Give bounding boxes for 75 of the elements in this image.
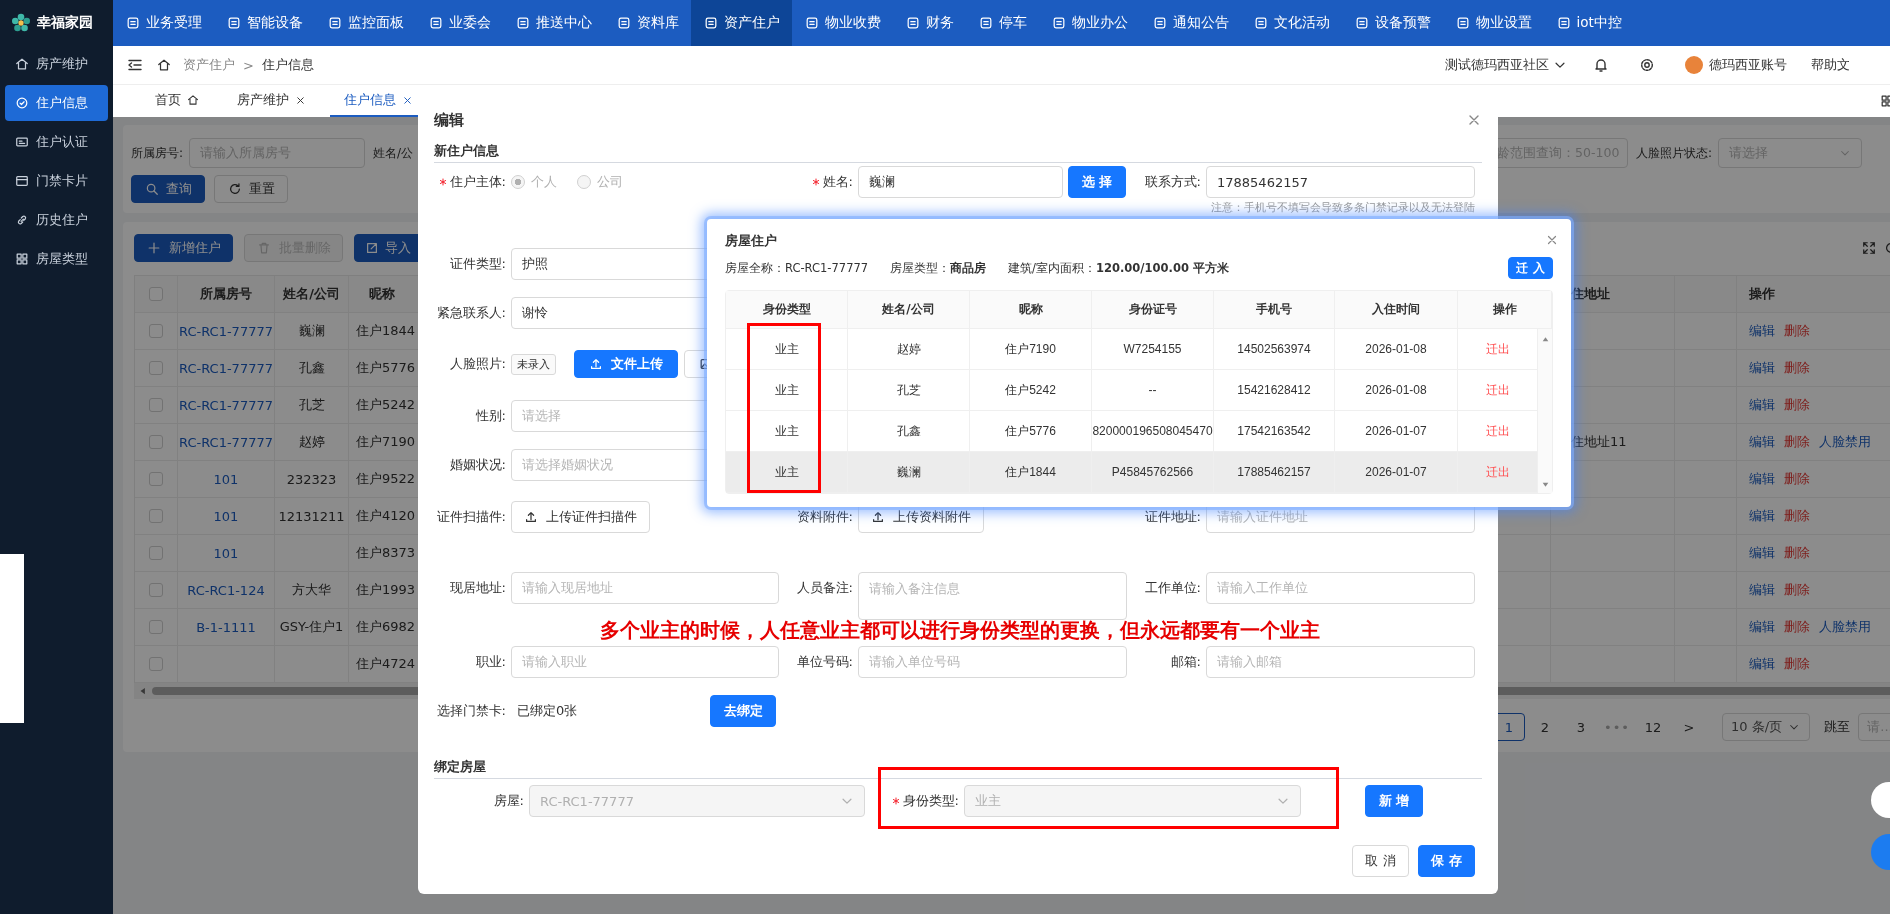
- field-label: 资料附件:: [796, 508, 853, 526]
- table-cell: W7254155: [1092, 329, 1214, 370]
- status-tag: 未录入: [511, 353, 556, 375]
- radio-label: 个人: [531, 173, 557, 191]
- column-header: 身份证号: [1092, 291, 1214, 329]
- table-cell: 15421628412: [1214, 370, 1335, 411]
- section-title: 绑定房屋: [434, 758, 1482, 779]
- tab-label: 住户信息: [344, 91, 396, 109]
- jump-label: 跳至: [1824, 718, 1850, 736]
- field-label: 职业:: [475, 653, 506, 671]
- field-label: 房屋:: [493, 792, 524, 810]
- table-cell: 住户7190: [970, 329, 1092, 370]
- info-text: 房屋类型：商品房: [890, 260, 987, 276]
- table-cell: 住户5242: [970, 370, 1092, 411]
- dialog-title: 编辑: [434, 110, 464, 130]
- dialog-title: 房屋住户: [725, 233, 777, 249]
- column-header: 姓名/公司: [848, 291, 970, 329]
- table-cell: 孔鑫: [275, 350, 349, 387]
- breadcrumb-item: 住户信息: [261, 56, 314, 74]
- field-label: 姓名:: [822, 173, 853, 191]
- annotation-text: 多个业主的时候，人任意业主都可以进行身份类型的更换，但永远都要有一个业主: [600, 617, 1320, 644]
- column-header: 姓名/公司: [275, 276, 349, 313]
- field-label: 住户主体:: [449, 173, 506, 191]
- table-cell: 17885462157: [1214, 452, 1335, 493]
- table-cell: --: [1092, 370, 1214, 411]
- breadcrumb-separator: >: [243, 57, 254, 73]
- field-label: 证件扫描件:: [436, 508, 506, 526]
- column-header: 入住时间: [1335, 291, 1458, 329]
- column-header: 所属房号: [178, 276, 275, 313]
- table-cell: 业主: [726, 370, 848, 411]
- field-label: 证件地址:: [1144, 508, 1201, 526]
- table-cell: 业主: [726, 329, 848, 370]
- table-cell: 巍澜: [275, 313, 349, 350]
- field-label: 联系方式:: [1144, 173, 1201, 191]
- table-cell: 12131211: [275, 498, 349, 535]
- table-cell: 赵婷: [275, 424, 349, 461]
- field-label: 姓名/公: [373, 144, 414, 162]
- field-label: 性别:: [475, 407, 506, 425]
- field-label: 人脸照片:: [449, 355, 506, 373]
- field-label: 工作单位:: [1144, 579, 1201, 597]
- table-cell: 2026-01-07: [1335, 452, 1458, 493]
- field-label: 身份类型:: [902, 792, 959, 810]
- table-cell: 赵婷: [848, 329, 970, 370]
- column-header: 手机号: [1214, 291, 1335, 329]
- tab-label: 首页: [155, 91, 181, 109]
- field-label: 人脸照片状态:: [1636, 144, 1713, 162]
- radio-label: 公司: [597, 173, 623, 191]
- field-label: 人员备注:: [796, 579, 853, 597]
- hint-text: 注意：手机号不填写会导致多条门禁记录以及无法登陆: [1210, 200, 1475, 215]
- field-label: 单位号码:: [796, 653, 853, 671]
- table-cell: 2026-01-08: [1335, 329, 1458, 370]
- field-label: 选择门禁卡:: [436, 702, 506, 720]
- field-label: 证件类型:: [449, 255, 506, 273]
- table-cell: 孔芝: [848, 370, 970, 411]
- column-header: 操作: [1458, 291, 1552, 329]
- column-header: 操作: [1737, 276, 1890, 313]
- column-header: 昵称: [970, 291, 1092, 329]
- table-cell: 住户1844: [970, 452, 1092, 493]
- table-cell: 方大华: [275, 572, 349, 609]
- table-cell: GSY-住户1: [275, 609, 349, 646]
- info-text: 建筑/室内面积：120.00/100.00 平方米: [1008, 260, 1229, 276]
- field-label: 现居地址:: [449, 579, 506, 597]
- table-cell: 巍澜: [848, 452, 970, 493]
- bound-count: 已绑定0张: [517, 702, 579, 720]
- field-label: 邮箱:: [1170, 653, 1201, 671]
- table-cell: 孔芝: [275, 387, 349, 424]
- table-cell: 2026-01-08: [1335, 370, 1458, 411]
- section-title: 新住户信息: [434, 142, 1482, 163]
- table-cell: 232323: [275, 461, 349, 498]
- tab-label: 房产维护: [237, 91, 289, 109]
- column-header: 身份类型: [726, 291, 848, 329]
- field-label: 所属房号:: [131, 144, 184, 162]
- table-cell: P45845762566: [1092, 452, 1214, 493]
- app-logo-text: 幸福家园: [37, 14, 93, 32]
- table-cell: 14502563974: [1214, 329, 1335, 370]
